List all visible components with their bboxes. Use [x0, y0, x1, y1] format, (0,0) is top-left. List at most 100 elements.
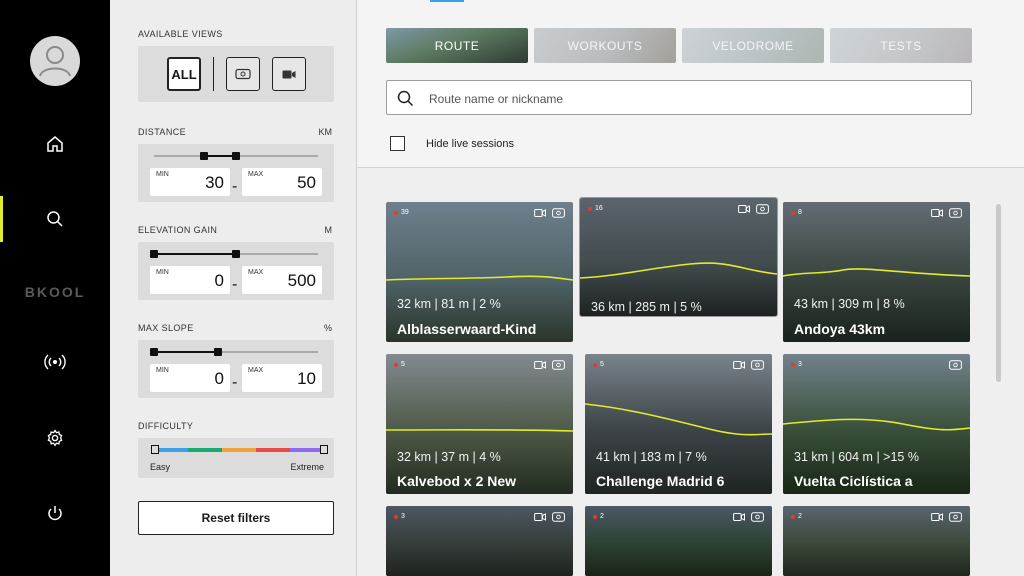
distance-max-field[interactable]: MAX 50: [242, 168, 322, 196]
live-dot-icon: [394, 210, 398, 215]
difficulty-label: DIFFICULTY: [138, 421, 194, 431]
route-card[interactable]: 2: [585, 506, 772, 576]
3d-icon: [235, 68, 251, 80]
live-icon[interactable]: [0, 342, 110, 382]
card-view-icons: [931, 512, 962, 522]
slope-max-handle[interactable]: [214, 348, 222, 356]
view-separator: [213, 57, 214, 91]
route-search-input[interactable]: Route name or nickname: [386, 80, 972, 115]
tab-velodrome-label: VELODROME: [712, 38, 794, 53]
card-header: 3: [791, 360, 962, 373]
results-scrollbar[interactable]: [996, 204, 1001, 382]
slope-max-field[interactable]: MAX 10: [242, 364, 322, 392]
elevation-max-field[interactable]: MAX 500: [242, 266, 322, 294]
3d-icon: [552, 208, 565, 218]
min-label: MIN: [156, 269, 169, 276]
main-nav: BKOOL: [0, 0, 110, 576]
route-name: Alblasserwaard-Kind: [397, 321, 537, 337]
card-header: 2: [593, 512, 764, 525]
tab-velodrome[interactable]: VELODROME: [682, 28, 824, 63]
live-count: 2: [593, 513, 604, 520]
range-dash: -: [232, 178, 238, 195]
3d-icon: [949, 208, 962, 218]
live-count-value: 8: [798, 209, 802, 216]
route-card[interactable]: 39 32 km | 81 m | 2 % Alblasserwaard-Kind: [386, 202, 573, 342]
live-count: 2: [791, 513, 802, 520]
hide-live-label: Hide live sessions: [426, 138, 515, 150]
video-camera-icon: [931, 513, 943, 521]
elevation-unit: M: [324, 225, 333, 235]
route-stats: 36 km | 285 m | 5 %: [591, 300, 702, 314]
live-dot-icon: [394, 514, 398, 519]
slope-label: MAX SLOPE: [138, 323, 194, 333]
max-label: MAX: [248, 269, 264, 276]
difficulty-max-handle[interactable]: [320, 445, 328, 454]
view-3d-button[interactable]: [226, 57, 260, 91]
card-header: 5: [593, 360, 764, 373]
tab-tests-label: TESTS: [880, 38, 922, 53]
search-icon[interactable]: [0, 199, 110, 239]
distance-label: DISTANCE: [138, 127, 187, 137]
brand-logo: BKOOL: [24, 284, 86, 300]
distance-max-handle[interactable]: [232, 152, 240, 160]
difficulty-min-handle[interactable]: [151, 445, 159, 454]
tab-workouts[interactable]: WORKOUTS: [534, 28, 676, 63]
tab-tests[interactable]: TESTS: [830, 28, 972, 63]
slope-min-field[interactable]: MIN 0: [150, 364, 230, 392]
view-video-button[interactable]: [272, 57, 306, 91]
route-name: Challenge Madrid 6: [596, 473, 725, 489]
distance-min-field[interactable]: MIN 30: [150, 168, 230, 196]
card-header: 3: [394, 512, 565, 525]
distance-min-value: 30: [205, 173, 224, 192]
distance-box: MIN 30 - MAX 50: [138, 144, 334, 202]
view-all-button[interactable]: ALL: [167, 57, 201, 91]
reset-filters-button[interactable]: Reset filters: [138, 501, 334, 535]
slope-max-value: 10: [297, 369, 316, 388]
distance-min-handle[interactable]: [200, 152, 208, 160]
difficulty-box: Easy Extreme: [138, 438, 334, 478]
live-count-value: 5: [401, 361, 405, 368]
card-view-icons: [949, 360, 962, 370]
home-icon[interactable]: [0, 124, 110, 164]
filter-panel: AVAILABLE VIEWS ALL DISTANCE KM MIN 30 -…: [110, 0, 357, 576]
views-label: AVAILABLE VIEWS: [138, 29, 223, 39]
elevation-max-handle[interactable]: [232, 250, 240, 258]
route-stats: 43 km | 309 m | 8 %: [794, 297, 905, 311]
slope-unit: %: [323, 323, 332, 333]
video-camera-icon: [282, 70, 296, 78]
slope-min-handle[interactable]: [150, 348, 158, 356]
live-count: 16: [588, 205, 603, 212]
route-card[interactable]: 3 31 km | 604 m | >15 % Vuelta Ciclística …: [783, 354, 970, 494]
card-header: 39: [394, 208, 565, 221]
live-count-value: 3: [798, 361, 802, 368]
route-card[interactable]: 8 43 km | 309 m | 8 % Andoya 43km: [783, 202, 970, 342]
live-dot-icon: [588, 206, 592, 211]
user-avatar[interactable]: [30, 36, 80, 86]
card-view-icons: [534, 360, 565, 370]
video-camera-icon: [534, 209, 546, 217]
route-card[interactable]: 3: [386, 506, 573, 576]
max-label: MAX: [248, 171, 264, 178]
elevation-min-handle[interactable]: [150, 250, 158, 258]
power-icon[interactable]: [0, 493, 110, 533]
route-card[interactable]: 5 32 km | 37 m | 4 % Kalvebod x 2 New: [386, 354, 573, 494]
hide-live-checkbox[interactable]: [390, 136, 405, 151]
slope-box: MIN 0 - MAX 10: [138, 340, 334, 398]
slope-min-value: 0: [214, 369, 224, 388]
gear-icon[interactable]: [0, 418, 110, 458]
route-card[interactable]: 5 41 km | 183 m | 7 % Challenge Madrid 6: [585, 354, 772, 494]
tab-route[interactable]: ROUTE: [386, 28, 528, 63]
live-count: 5: [394, 361, 405, 368]
tab-route-label: ROUTE: [434, 38, 480, 53]
route-stats: 31 km | 604 m | >15 %: [794, 450, 919, 464]
range-dash: -: [232, 374, 238, 391]
card-header: 2: [791, 512, 962, 525]
route-card[interactable]: 1636 km | 285 m | 5 %Carril Arganda: [579, 197, 778, 317]
3d-icon: [552, 360, 565, 370]
live-dot-icon: [593, 362, 597, 367]
route-name: Kalvebod x 2 New: [397, 473, 517, 489]
route-card[interactable]: 2: [783, 506, 970, 576]
video-camera-icon: [738, 205, 750, 213]
elevation-min-field[interactable]: MIN 0: [150, 266, 230, 294]
min-label: MIN: [156, 171, 169, 178]
